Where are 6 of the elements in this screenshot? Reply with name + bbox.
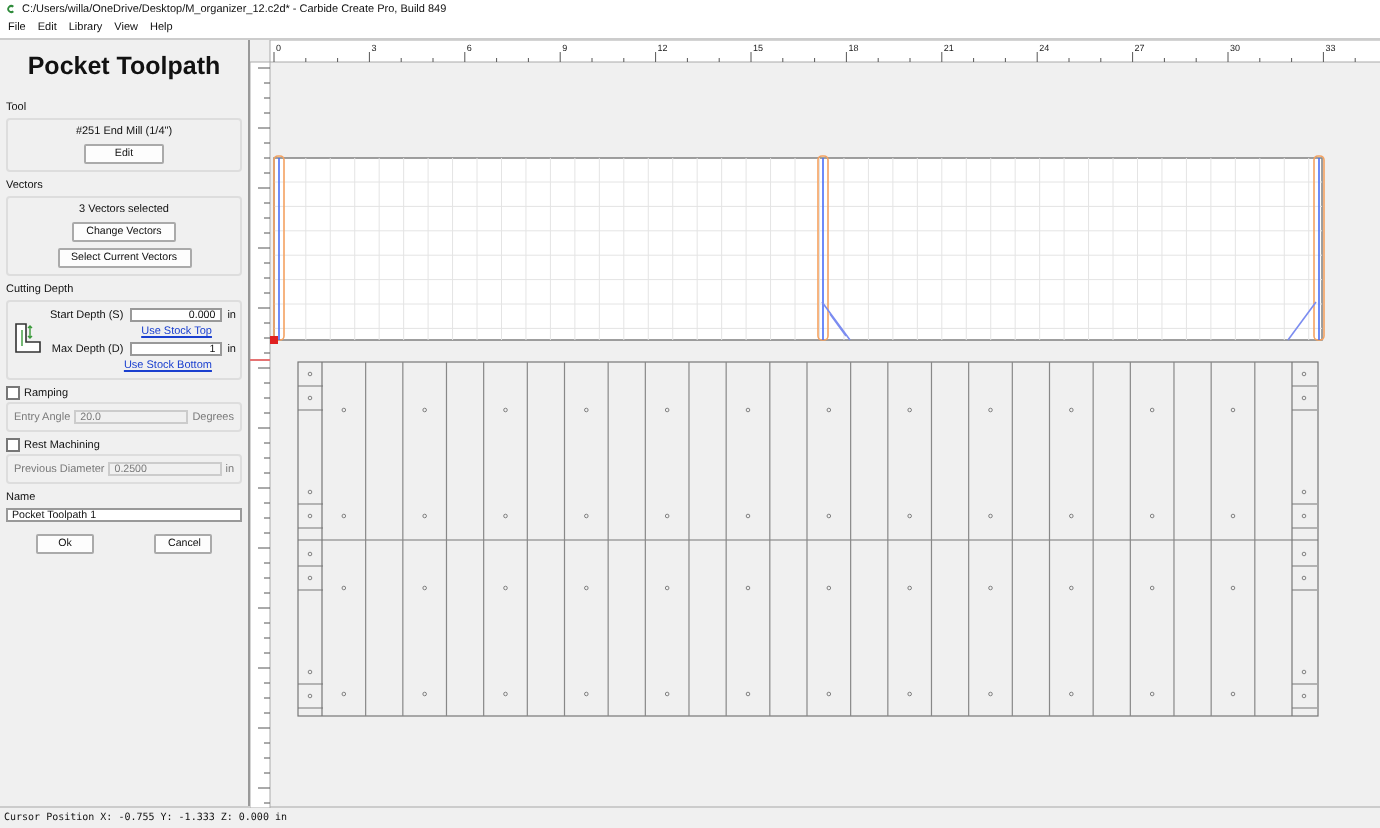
checkbox[interactable] xyxy=(6,438,20,452)
checkbox[interactable] xyxy=(6,386,20,400)
origin-marker xyxy=(270,336,278,344)
panel-title: Pocket Toolpath xyxy=(25,52,223,80)
depth-icon xyxy=(14,322,42,354)
app-logo-icon xyxy=(6,4,16,14)
